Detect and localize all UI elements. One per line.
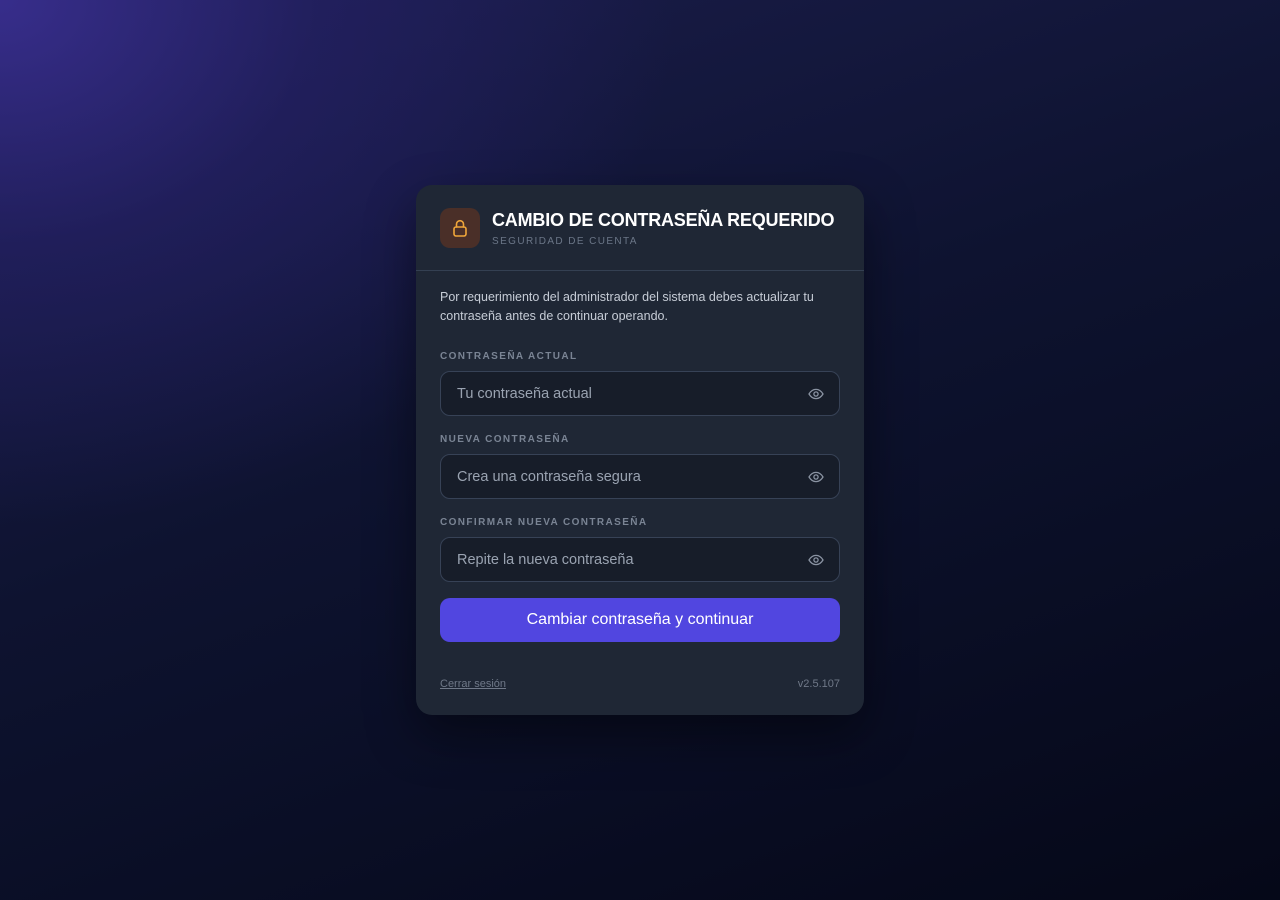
- confirm-password-input[interactable]: [441, 538, 839, 581]
- version-label: v2.5.107: [797, 678, 840, 690]
- new-password-input[interactable]: [441, 455, 839, 498]
- current-password-input[interactable]: [441, 372, 839, 415]
- page-title: CAMBIO DE CONTRASEÑA REQUERIDO: [492, 209, 835, 230]
- password-change-card: CAMBIO DE CONTRASEÑA REQUERIDO SEGURIDAD…: [416, 185, 864, 715]
- logout-link[interactable]: Cerrar sesión: [440, 678, 506, 690]
- eye-icon[interactable]: [807, 551, 825, 569]
- confirm-password-label: CONFIRMAR NUEVA CONTRASEÑA: [440, 517, 648, 528]
- new-password-field: NUEVA CONTRASEÑA: [440, 434, 840, 499]
- submit-button[interactable]: Cambiar contraseña y continuar: [440, 598, 840, 642]
- card-header: CAMBIO DE CONTRASEÑA REQUERIDO SEGURIDAD…: [416, 185, 864, 271]
- page-subtitle: SEGURIDAD DE CUENTA: [492, 235, 638, 247]
- lock-icon: [452, 219, 468, 237]
- eye-icon[interactable]: [807, 468, 825, 486]
- card-footer: Cerrar sesión v2.5.107: [440, 678, 840, 690]
- current-password-field: CONTRASEÑA ACTUAL: [440, 351, 840, 416]
- lock-badge: [440, 207, 480, 248]
- confirm-password-field: CONFIRMAR NUEVA CONTRASEÑA: [440, 517, 840, 582]
- eye-icon[interactable]: [807, 385, 825, 403]
- intro-text: Por requerimiento del administrador del …: [440, 290, 814, 323]
- new-password-label: NUEVA CONTRASEÑA: [440, 434, 570, 445]
- current-password-label: CONTRASEÑA ACTUAL: [440, 351, 578, 362]
